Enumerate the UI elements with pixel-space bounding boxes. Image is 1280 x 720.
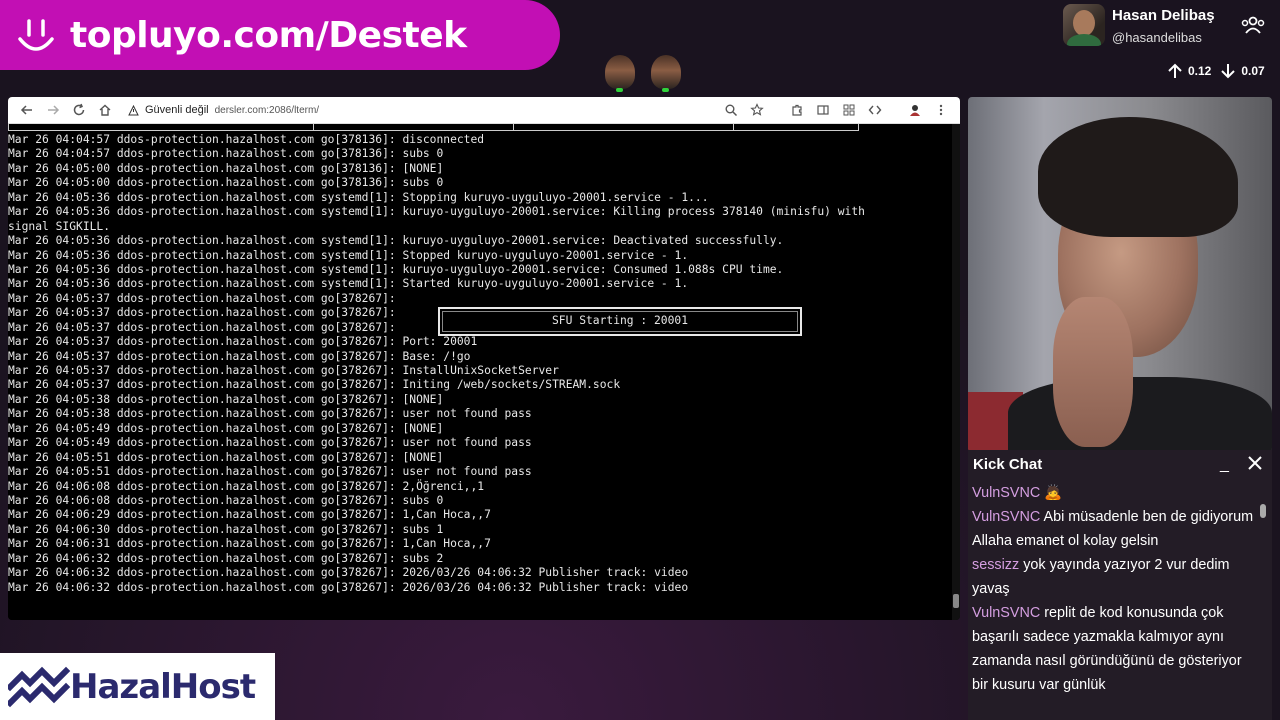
chat-title: Kick Chat	[973, 456, 1043, 473]
terminal-line: Mar 26 04:06:29 ddos-protection.hazalhos…	[8, 508, 491, 522]
back-arrow-icon[interactable]	[14, 99, 40, 121]
terminal-line: Mar 26 04:05:37 ddos-protection.hazalhos…	[8, 364, 559, 377]
apps-grid-icon[interactable]	[836, 99, 862, 121]
bookmark-star-icon[interactable]	[744, 99, 770, 121]
chat-username[interactable]: sessizz	[972, 557, 1019, 573]
terminal-line: Mar 26 04:06:31 ddos-protection.hazalhos…	[8, 537, 491, 551]
chat-messages: VulnSVNC 🙇 VulnSVNC Abi müsadenle ben de …	[972, 481, 1254, 697]
terminal-line: Mar 26 04:05:00 ddos-protection.hazalhos…	[8, 161, 444, 175]
terminal-lines: Mar 26 04:04:57 ddos-protection.hazalhos…	[8, 133, 952, 595]
terminal-line: Mar 26 04:06:30 ddos-protection.hazalhos…	[8, 522, 444, 536]
terminal-line: Mar 26 04:05:37 ddos-protection.hazalhos…	[8, 378, 621, 392]
chat-message: VulnSVNC Abi müsadenle ben de gidiyorum …	[972, 505, 1254, 553]
terminal-output[interactable]: Mar 26 04:04:57 ddos-protection.hazalhos…	[8, 124, 952, 620]
terminal-line: Mar 26 04:05:37 ddos-protection.hazalhos…	[8, 349, 471, 363]
chat-username[interactable]: VulnSVNC	[972, 509, 1040, 525]
chat-scrollbar[interactable]	[1260, 498, 1266, 720]
terminal-line: Mar 26 04:04:57 ddos-protection.hazalhos…	[8, 133, 485, 146]
arrow-down-icon	[1221, 64, 1236, 79]
more-menu-icon[interactable]	[928, 99, 954, 121]
terminal-line: Mar 26 04:06:32 ddos-protection.hazalhos…	[8, 580, 689, 594]
terminal-line: Mar 26 04:06:08 ddos-protection.hazalhos…	[8, 479, 485, 493]
promo-banner: topluyo.com/Destek	[0, 0, 560, 70]
reload-icon[interactable]	[66, 99, 92, 121]
profile-icon[interactable]	[902, 99, 928, 121]
terminal-line: Mar 26 04:06:32 ddos-protection.hazalhos…	[8, 551, 444, 565]
terminal-line: Mar 26 04:06:08 ddos-protection.hazalhos…	[8, 493, 444, 507]
banner-text: topluyo.com/Destek	[70, 14, 467, 56]
terminal-scrollbar[interactable]	[952, 124, 960, 620]
terminal-line: Mar 26 04:05:36 ddos-protection.hazalhos…	[8, 190, 709, 204]
chat-message: sessizz yok yayında yazıyor 2 vur dedim …	[972, 553, 1254, 601]
chat-username[interactable]: VulnSVNC	[972, 485, 1040, 501]
chat-message: VulnSVNC 🙇	[972, 481, 1254, 505]
users-icon[interactable]	[1240, 15, 1266, 35]
viewer-avatars	[605, 55, 681, 92]
hazalhost-logo: HazalHost	[0, 653, 275, 720]
extensions-icon[interactable]	[784, 99, 810, 121]
chat-message: VulnSVNC replit de kod konusunda çok baş…	[972, 601, 1254, 697]
terminal-line: Mar 26 04:05:00 ddos-protection.hazalhos…	[8, 176, 444, 190]
terminal-line: Mar 26 04:06:32 ddos-protection.hazalhos…	[8, 566, 689, 580]
sidebar-icon[interactable]	[810, 99, 836, 121]
upload-value: 0.12	[1188, 64, 1212, 78]
minimize-icon[interactable]: _	[1220, 456, 1229, 474]
security-label[interactable]: Güvenli değil	[145, 104, 209, 116]
webcam-shirt	[1008, 377, 1272, 452]
webcam-hand	[1053, 297, 1133, 447]
terminal-line: Mar 26 04:05:37 ddos-protection.hazalhos…	[8, 291, 396, 305]
terminal-line: Mar 26 04:05:37 ddos-protection.hazalhos…	[8, 335, 478, 349]
terminal-line: Mar 26 04:05:36 ddos-protection.hazalhos…	[8, 277, 689, 291]
arrow-up-icon	[1168, 63, 1182, 78]
terminal-line: Mar 26 04:05:51 ddos-protection.hazalhos…	[8, 465, 532, 479]
terminal-line: Mar 26 04:05:36 ddos-protection.hazalhos…	[8, 205, 865, 219]
webcam-feed	[968, 97, 1272, 452]
terminal-line: Mar 26 04:05:38 ddos-protection.hazalhos…	[8, 392, 444, 406]
terminal-line: Mar 26 04:05:49 ddos-protection.hazalhos…	[8, 421, 444, 435]
forward-arrow-icon[interactable]	[40, 99, 66, 121]
terminal-line: Mar 26 04:05:49 ddos-protection.hazalhos…	[8, 436, 532, 450]
close-icon[interactable]	[1246, 454, 1264, 472]
network-stats: 0.12 0.07	[1166, 62, 1273, 80]
terminal-line: Mar 26 04:05:51 ddos-protection.hazalhos…	[8, 450, 444, 464]
avatar[interactable]	[605, 55, 635, 92]
kick-chat: Kick Chat _ VulnSVNC 🙇 VulnSVNC Abi müsad…	[968, 450, 1272, 720]
warning-icon	[128, 104, 139, 115]
terminal-line: signal SIGKILL.	[8, 219, 111, 233]
terminal-line: Mar 26 04:05:36 ddos-protection.hazalhos…	[8, 262, 784, 276]
terminal-line: Mar 26 04:05:36 ddos-protection.hazalhos…	[8, 234, 784, 248]
address-bar[interactable]: Güvenli değil dersler.com:2086/lterm/	[122, 100, 718, 120]
profile-handle: @hasandelibas	[1112, 30, 1202, 45]
terminal-line: Mar 26 04:05:38 ddos-protection.hazalhos…	[8, 407, 532, 421]
hazalhost-logo-icon	[8, 666, 71, 707]
terminal-line: Mar 26 04:04:57 ddos-protection.hazalhos…	[8, 147, 444, 161]
logo-text: HazalHost	[70, 666, 256, 707]
terminal-table-edge	[8, 124, 952, 133]
avatar[interactable]	[1063, 4, 1105, 46]
url-text[interactable]: dersler.com:2086/lterm/	[215, 105, 320, 116]
sfu-status-text: SFU Starting : 20001	[551, 314, 689, 328]
download-value: 0.07	[1241, 64, 1265, 78]
browser-window: Güvenli değil dersler.com:2086/lterm/ Ma…	[8, 97, 960, 620]
terminal-line: Mar 26 04:05:36 ddos-protection.hazalhos…	[8, 248, 689, 262]
smiley-icon	[10, 9, 62, 61]
avatar[interactable]	[651, 55, 681, 92]
chat-username[interactable]: VulnSVNC	[972, 605, 1040, 621]
browser-toolbar: Güvenli değil dersler.com:2086/lterm/	[8, 97, 960, 124]
profile-name: Hasan Delibaş	[1112, 7, 1215, 24]
chat-text: 🙇	[1044, 485, 1063, 501]
streamer-profile: Hasan Delibaş @hasandelibas	[1063, 3, 1280, 51]
devtools-code-icon[interactable]	[862, 99, 888, 121]
sfu-status-box: SFU Starting : 20001	[438, 307, 802, 336]
zoom-icon[interactable]	[718, 99, 744, 121]
home-icon[interactable]	[92, 99, 118, 121]
webcam-hair	[1038, 117, 1238, 237]
